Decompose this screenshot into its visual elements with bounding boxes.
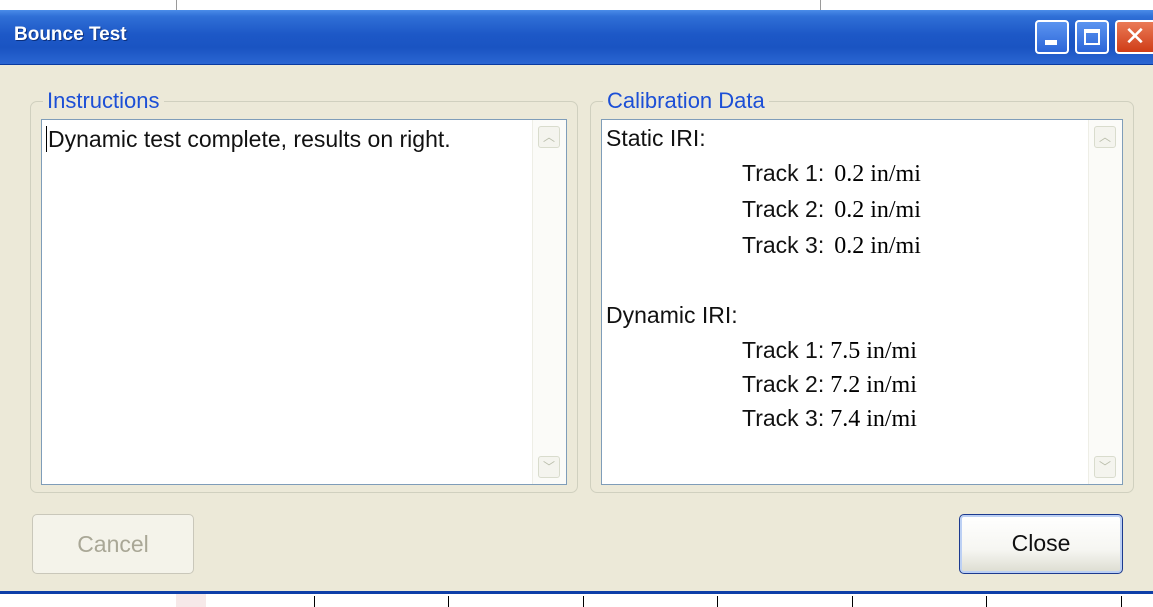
minimize-button[interactable] bbox=[1035, 20, 1069, 54]
track-value: 0.2 in/mi bbox=[834, 197, 921, 223]
bounce-test-window: Bounce Test ✕ Instructions Dynamic test … bbox=[0, 10, 1153, 594]
background-cell bbox=[176, 594, 206, 607]
track-label: Track 2: bbox=[742, 371, 825, 397]
static-track-row: Track 1: 0.2 in/mi bbox=[742, 160, 921, 188]
background-gridline bbox=[448, 596, 449, 607]
dynamic-track-row: Track 3: 7.4 in/mi bbox=[742, 405, 917, 433]
track-label: Track 1: bbox=[742, 337, 825, 363]
arrow-up-icon: ︿ bbox=[542, 130, 555, 144]
title-bar[interactable]: Bounce Test ✕ bbox=[0, 10, 1153, 65]
calibration-data-textbox[interactable]: Static IRI: Track 1: 0.2 in/mi Track 2: 0.… bbox=[601, 119, 1123, 485]
instructions-scroll-up-button[interactable]: ︿ bbox=[538, 126, 560, 148]
track-value: 0.2 in/mi bbox=[834, 161, 921, 187]
calibration-scrollbar[interactable]: ︿ ﹀ bbox=[1088, 120, 1122, 484]
text-caret bbox=[46, 126, 47, 152]
instructions-text-area: Dynamic test complete, results on right. bbox=[46, 124, 526, 155]
static-iri-heading: Static IRI: bbox=[606, 125, 706, 151]
cancel-button[interactable]: Cancel bbox=[32, 514, 194, 574]
arrow-up-icon: ︿ bbox=[1098, 130, 1111, 144]
window-title: Bounce Test bbox=[14, 24, 127, 45]
calibration-scroll-down-button[interactable]: ﹀ bbox=[1094, 456, 1116, 478]
track-label: Track 1: bbox=[742, 160, 825, 186]
close-window-button[interactable]: ✕ bbox=[1115, 20, 1153, 54]
background-gridline bbox=[986, 596, 987, 607]
background-divider bbox=[176, 0, 177, 10]
instructions-group: Instructions Dynamic test complete, resu… bbox=[30, 88, 578, 493]
track-value: 7.5 in/mi bbox=[830, 338, 917, 364]
static-track-row: Track 3: 0.2 in/mi bbox=[742, 232, 921, 260]
track-value: 7.4 in/mi bbox=[830, 406, 917, 432]
dynamic-iri-heading: Dynamic IRI: bbox=[606, 302, 738, 328]
dynamic-track-row: Track 2: 7.2 in/mi bbox=[742, 371, 917, 399]
background-gridline bbox=[852, 596, 853, 607]
minimize-icon bbox=[1045, 40, 1057, 45]
track-label: Track 3: bbox=[742, 232, 825, 258]
background-gridline bbox=[1121, 596, 1122, 607]
track-label: Track 3: bbox=[742, 405, 825, 431]
close-icon: ✕ bbox=[1124, 22, 1146, 52]
track-label: Track 2: bbox=[742, 196, 825, 222]
instructions-text: Dynamic test complete, results on right. bbox=[48, 126, 451, 152]
arrow-down-icon: ﹀ bbox=[1098, 460, 1111, 474]
instructions-textbox[interactable]: Dynamic test complete, results on right.… bbox=[41, 119, 567, 485]
instructions-scrollbar[interactable]: ︿ ﹀ bbox=[532, 120, 566, 484]
instructions-label: Instructions bbox=[43, 88, 164, 114]
maximize-icon bbox=[1084, 29, 1100, 45]
instructions-scroll-down-button[interactable]: ﹀ bbox=[538, 456, 560, 478]
background-divider bbox=[820, 0, 821, 10]
background-gridline bbox=[717, 596, 718, 607]
track-value: 7.2 in/mi bbox=[830, 372, 917, 398]
calibration-data-label: Calibration Data bbox=[603, 88, 769, 114]
static-track-row: Track 2: 0.2 in/mi bbox=[742, 196, 921, 224]
background-gridline bbox=[314, 596, 315, 607]
arrow-down-icon: ﹀ bbox=[542, 460, 555, 474]
dynamic-track-row: Track 1: 7.5 in/mi bbox=[742, 337, 917, 365]
close-button[interactable]: Close bbox=[959, 514, 1123, 574]
calibration-data-group: Calibration Data Static IRI: Track 1: 0.2… bbox=[590, 88, 1134, 493]
background-gridline bbox=[583, 596, 584, 607]
track-value: 0.2 in/mi bbox=[834, 233, 921, 259]
calibration-scroll-up-button[interactable]: ︿ bbox=[1094, 126, 1116, 148]
maximize-button[interactable] bbox=[1075, 20, 1109, 54]
